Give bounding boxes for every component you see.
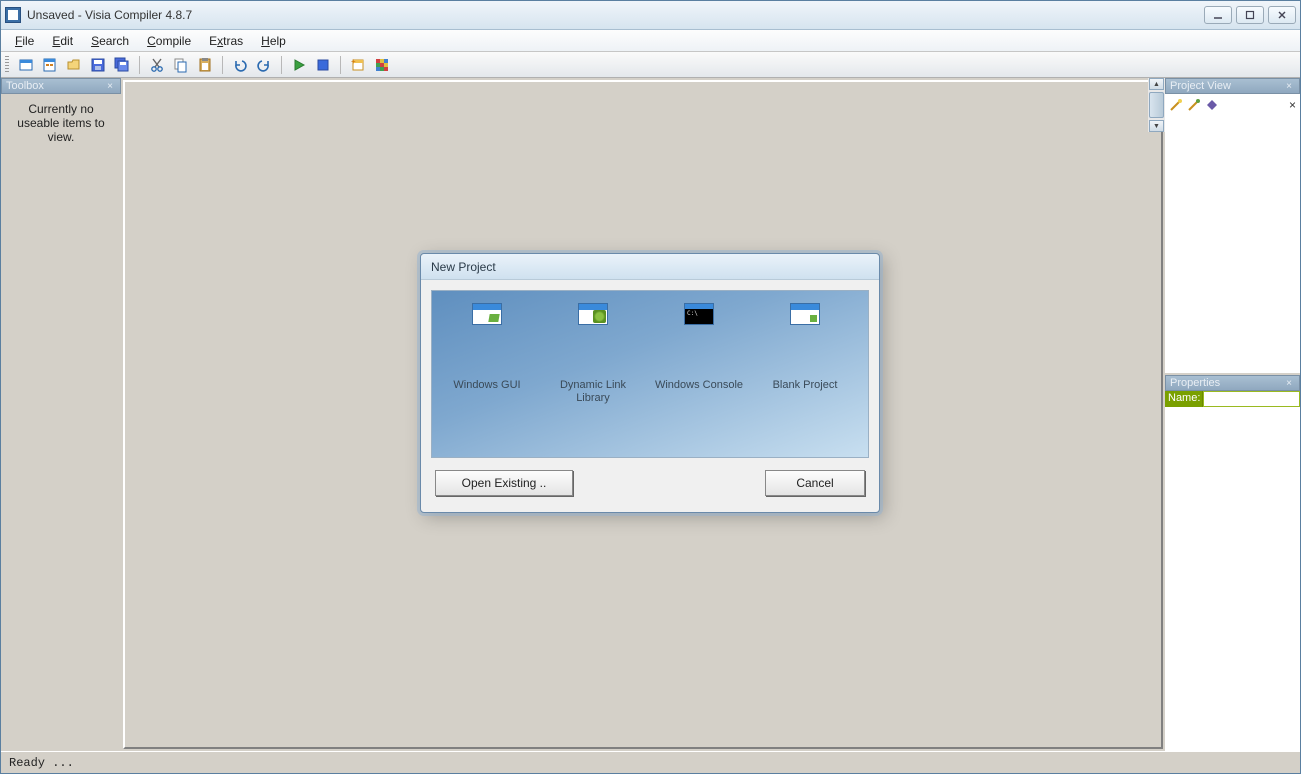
cut-button[interactable] [146, 54, 168, 76]
pv-wand2-icon[interactable] [1187, 98, 1201, 112]
app-icon [5, 7, 21, 23]
status-text: Ready ... [9, 756, 74, 770]
titlebar: Unsaved - Visia Compiler 4.8.7 [1, 1, 1300, 30]
open-button[interactable] [63, 54, 85, 76]
toolbar: + [1, 52, 1300, 78]
pixel-grid-button[interactable] [371, 54, 393, 76]
toolbar-handle[interactable] [5, 56, 9, 74]
cancel-button[interactable]: Cancel [765, 470, 865, 496]
pv-diamond-icon[interactable] [1205, 98, 1219, 112]
minimize-button[interactable] [1204, 6, 1232, 24]
run-button[interactable] [288, 54, 310, 76]
new-project-button[interactable] [15, 54, 37, 76]
properties-panel: Properties × Name: [1165, 375, 1300, 751]
template-windows-console[interactable]: Windows Console [648, 303, 750, 445]
toolbox-panel: Toolbox × Currently no useable items to … [1, 78, 121, 751]
statusbar: Ready ... [1, 751, 1300, 773]
scroll-down-icon[interactable]: ▼ [1149, 120, 1164, 132]
properties-close-icon[interactable]: × [1283, 377, 1295, 389]
template-label: Windows GUI [453, 379, 520, 392]
scroll-up-icon[interactable]: ▲ [1149, 78, 1164, 90]
dialog-title: New Project [421, 254, 879, 280]
scroll-thumb[interactable] [1149, 92, 1164, 118]
template-area: Windows GUI Dynamic Link Library Windows… [431, 290, 869, 458]
paste-button[interactable] [194, 54, 216, 76]
project-view-close-icon[interactable]: × [1283, 80, 1295, 92]
toolbox-title: Toolbox [6, 80, 44, 92]
menu-search[interactable]: Search [83, 32, 137, 50]
pv-wand1-icon[interactable] [1169, 98, 1183, 112]
menubar: File Edit Search Compile Extras Help [1, 30, 1300, 52]
template-label: Windows Console [655, 379, 743, 392]
menu-extras[interactable]: Extras [201, 32, 251, 50]
menu-help[interactable]: Help [253, 32, 294, 50]
toolbox-close-icon[interactable]: × [104, 80, 116, 92]
svg-text:+: + [351, 57, 356, 66]
properties-title: Properties [1170, 377, 1220, 389]
properties-header: Properties × [1165, 375, 1300, 391]
toolbox-message: Currently no useable items to view. [17, 102, 104, 144]
new-file-button[interactable] [39, 54, 61, 76]
template-blank-project[interactable]: Blank Project [754, 303, 856, 445]
project-view-title: Project View [1170, 80, 1231, 92]
vertical-scrollbar[interactable]: ▲ ▼ [1148, 78, 1165, 132]
toolbox-header: Toolbox × [1, 78, 121, 94]
new-project-dialog: New Project Windows GUI Dynamic Link Lib… [420, 253, 880, 513]
template-dll[interactable]: Dynamic Link Library [542, 303, 644, 445]
property-row-name: Name: [1165, 391, 1300, 407]
project-view-body [1165, 116, 1300, 373]
blank-icon [790, 303, 820, 325]
save-button[interactable] [87, 54, 109, 76]
redo-button[interactable] [253, 54, 275, 76]
project-view-header: Project View × [1165, 78, 1300, 94]
maximize-button[interactable] [1236, 6, 1264, 24]
menu-compile[interactable]: Compile [139, 32, 199, 50]
save-all-button[interactable] [111, 54, 133, 76]
window-title: Unsaved - Visia Compiler 4.8.7 [27, 8, 192, 22]
toolbox-body: Currently no useable items to view. [1, 94, 121, 751]
template-windows-gui[interactable]: Windows GUI [436, 303, 538, 445]
pv-collapse-icon[interactable]: × [1289, 98, 1296, 112]
stop-button[interactable] [312, 54, 334, 76]
dll-icon [578, 303, 608, 325]
console-icon [684, 303, 714, 325]
close-button[interactable] [1268, 6, 1296, 24]
menu-file[interactable]: File [7, 32, 42, 50]
open-existing-button[interactable]: Open Existing .. [435, 470, 573, 496]
property-name-value[interactable] [1203, 391, 1300, 407]
template-label: Dynamic Link Library [542, 379, 644, 405]
project-view-panel: Project View × × [1165, 78, 1300, 373]
copy-button[interactable] [170, 54, 192, 76]
template-label: Blank Project [773, 379, 838, 392]
property-name-label: Name: [1165, 391, 1203, 407]
add-form-button[interactable]: + [347, 54, 369, 76]
windows-gui-icon [472, 303, 502, 325]
menu-edit[interactable]: Edit [44, 32, 81, 50]
right-column: Project View × × Properties × Name: [1165, 78, 1300, 751]
undo-button[interactable] [229, 54, 251, 76]
project-view-toolbar: × [1165, 94, 1300, 116]
